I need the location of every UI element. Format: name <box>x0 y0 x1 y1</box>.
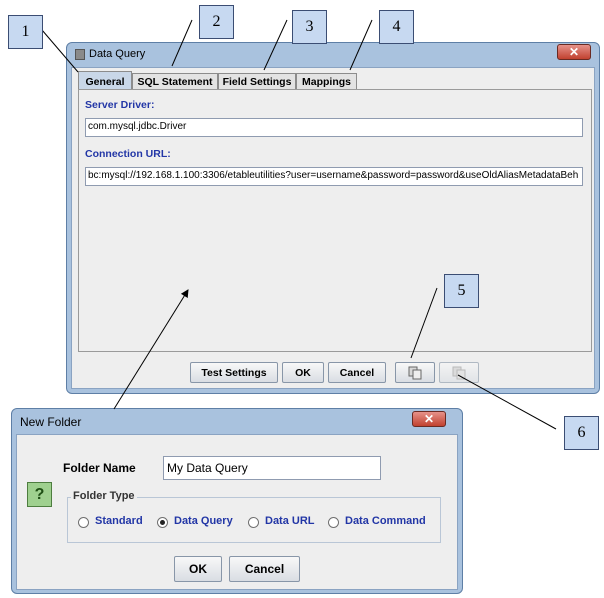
callout-1-pointer <box>41 29 79 73</box>
new-folder-arrow <box>113 289 189 410</box>
callout-4: 4 <box>379 10 414 44</box>
callout-5: 5 <box>444 274 479 308</box>
callout-3-pointer <box>263 19 288 71</box>
callout-6-pointer <box>457 374 557 430</box>
callout-2: 2 <box>199 5 234 39</box>
callout-2-pointer <box>171 19 193 67</box>
callout-5-pointer <box>410 287 438 359</box>
callout-3: 3 <box>292 10 327 44</box>
callout-1: 1 <box>8 15 43 49</box>
callout-4-pointer <box>349 19 373 71</box>
callout-6: 6 <box>564 416 599 450</box>
annotation-arrows <box>41 19 557 430</box>
